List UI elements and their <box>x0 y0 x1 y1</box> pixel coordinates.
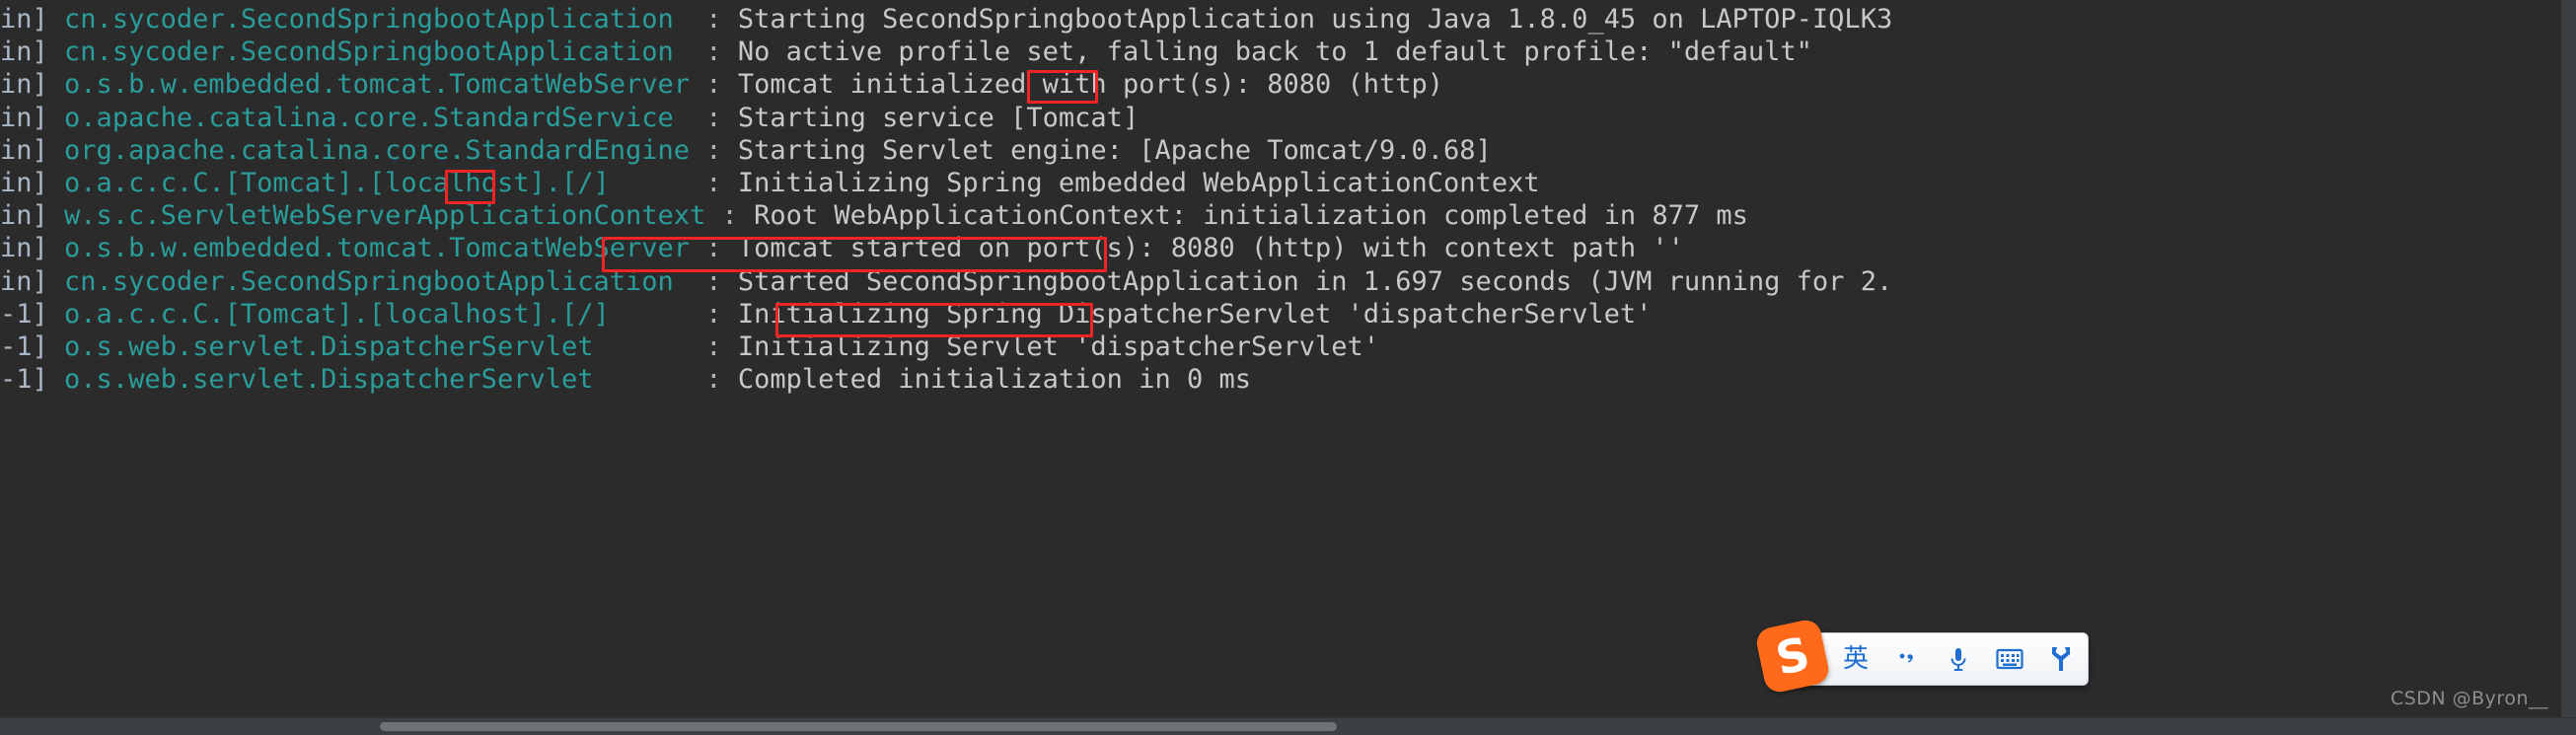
keyboard-icon[interactable] <box>1993 642 2026 676</box>
punctuation-icon[interactable] <box>1890 642 1924 676</box>
log-message: Tomcat started on port(s): 8080 (http) w… <box>737 233 1684 264</box>
log-column-pad <box>690 135 705 166</box>
log-thread: in] <box>0 167 48 198</box>
log-column-pad <box>674 37 706 67</box>
log-column-pad <box>593 331 705 362</box>
log-logger: cn.sycoder.SecondSpringbootApplication <box>64 4 674 35</box>
log-column-pad <box>674 103 706 133</box>
log-line: -1] o.a.c.c.C.[Tomcat].[localhost].[/] :… <box>0 298 2576 331</box>
log-column-pad <box>674 4 706 35</box>
log-message: Initializing Spring DispatcherServlet 'd… <box>737 298 1653 330</box>
horizontal-scroll-thumb[interactable] <box>380 722 1337 731</box>
log-message: Starting Servlet engine: [Apache Tomcat/… <box>737 134 1492 166</box>
log-message: Initializing Servlet 'dispatcherServlet' <box>737 331 1380 362</box>
log-line: in] cn.sycoder.SecondSpringbootApplicati… <box>0 3 2576 36</box>
log-line: in] cn.sycoder.SecondSpringbootApplicati… <box>0 36 2576 68</box>
sogou-logo-icon[interactable]: S <box>1753 617 1832 696</box>
log-separator: : <box>705 4 722 35</box>
log-line: in] o.s.b.w.embedded.tomcat.TomcatWebSer… <box>0 68 2576 101</box>
log-separator: : <box>705 102 722 133</box>
horizontal-scrollbar-track[interactable] <box>0 717 2576 735</box>
log-message: Tomcat initialized with port(s): 8080 (h… <box>737 69 1444 101</box>
log-message: Starting SecondSpringbootApplication usi… <box>737 4 1893 35</box>
log-logger: cn.sycoder.SecondSpringbootApplication <box>64 265 674 297</box>
log-thread: -1] <box>0 298 48 330</box>
log-message: Initializing Spring embedded WebApplicat… <box>737 167 1540 198</box>
log-line: -1] o.s.web.servlet.DispatcherServlet : … <box>0 331 2576 363</box>
log-message: Root WebApplicationContext: initializati… <box>754 200 1748 232</box>
log-column-pad <box>610 168 706 198</box>
log-lines-container: in] cn.sycoder.SecondSpringbootApplicati… <box>0 0 2576 396</box>
log-separator: : <box>705 233 722 264</box>
log-column-pad <box>674 266 706 297</box>
log-logger: o.s.b.w.embedded.tomcat.TomcatWebServer <box>64 233 691 264</box>
vertical-scrollbar-track[interactable] <box>2561 0 2576 735</box>
log-thread: in] <box>0 134 48 166</box>
log-thread: in] <box>0 102 48 133</box>
log-thread: in] <box>0 200 48 232</box>
log-logger: cn.sycoder.SecondSpringbootApplication <box>64 37 674 68</box>
log-separator: : <box>705 167 722 198</box>
log-column-pad <box>610 299 706 330</box>
log-logger: o.a.c.c.C.[Tomcat].[localhost].[/] <box>64 167 610 198</box>
log-thread: in] <box>0 69 48 101</box>
log-separator: : <box>705 331 722 362</box>
log-message: Completed initialization in 0 ms <box>737 364 1251 396</box>
log-logger: o.s.web.servlet.DispatcherServlet <box>64 364 594 396</box>
log-logger: o.s.web.servlet.DispatcherServlet <box>64 331 594 362</box>
log-line: in] o.a.c.c.C.[Tomcat].[localhost].[/] :… <box>0 167 2576 199</box>
log-logger: o.s.b.w.embedded.tomcat.TomcatWebServer <box>64 69 691 101</box>
log-column-pad <box>690 233 705 263</box>
log-thread: in] <box>0 233 48 264</box>
log-logger: org.apache.catalina.core.StandardEngine <box>64 134 691 166</box>
log-separator: : <box>721 200 738 232</box>
log-separator: : <box>705 69 722 101</box>
log-logger: w.s.c.ServletWebServerApplicationContext <box>64 200 706 232</box>
microphone-icon[interactable] <box>1942 642 1975 676</box>
log-column-pad <box>705 200 721 231</box>
log-message: Started SecondSpringbootApplication in 1… <box>737 265 1893 297</box>
log-logger: o.a.c.c.C.[Tomcat].[localhost].[/] <box>64 298 610 330</box>
csdn-watermark: CSDN @Byron__ <box>2390 688 2548 709</box>
log-separator: : <box>705 265 722 297</box>
log-separator: : <box>705 298 722 330</box>
log-thread: in] <box>0 265 48 297</box>
log-thread: -1] <box>0 364 48 396</box>
log-separator: : <box>705 134 722 166</box>
sogou-ime-toolbar[interactable]: S 英 <box>1753 617 2089 696</box>
language-mode-icon[interactable]: 英 <box>1839 642 1873 676</box>
log-thread: in] <box>0 37 48 68</box>
log-separator: : <box>705 37 722 68</box>
log-line: in] cn.sycoder.SecondSpringbootApplicati… <box>0 265 2576 298</box>
log-line: in] o.s.b.w.embedded.tomcat.TomcatWebSer… <box>0 232 2576 264</box>
log-message: Starting service [Tomcat] <box>737 102 1140 133</box>
log-column-pad <box>690 69 705 100</box>
log-line: in] org.apache.catalina.core.StandardEng… <box>0 134 2576 167</box>
log-thread: -1] <box>0 331 48 362</box>
log-separator: : <box>705 364 722 396</box>
log-line: -1] o.s.web.servlet.DispatcherServlet : … <box>0 363 2576 396</box>
log-thread: in] <box>0 4 48 35</box>
log-line: in] o.apache.catalina.core.StandardServi… <box>0 102 2576 134</box>
toolbox-icon[interactable] <box>2044 642 2078 676</box>
log-column-pad <box>593 364 705 395</box>
console-output-panel[interactable]: in] cn.sycoder.SecondSpringbootApplicati… <box>0 0 2576 735</box>
log-line: in] w.s.c.ServletWebServerApplicationCon… <box>0 199 2576 232</box>
log-message: No active profile set, falling back to 1… <box>737 37 1812 68</box>
log-logger: o.apache.catalina.core.StandardService <box>64 102 674 133</box>
